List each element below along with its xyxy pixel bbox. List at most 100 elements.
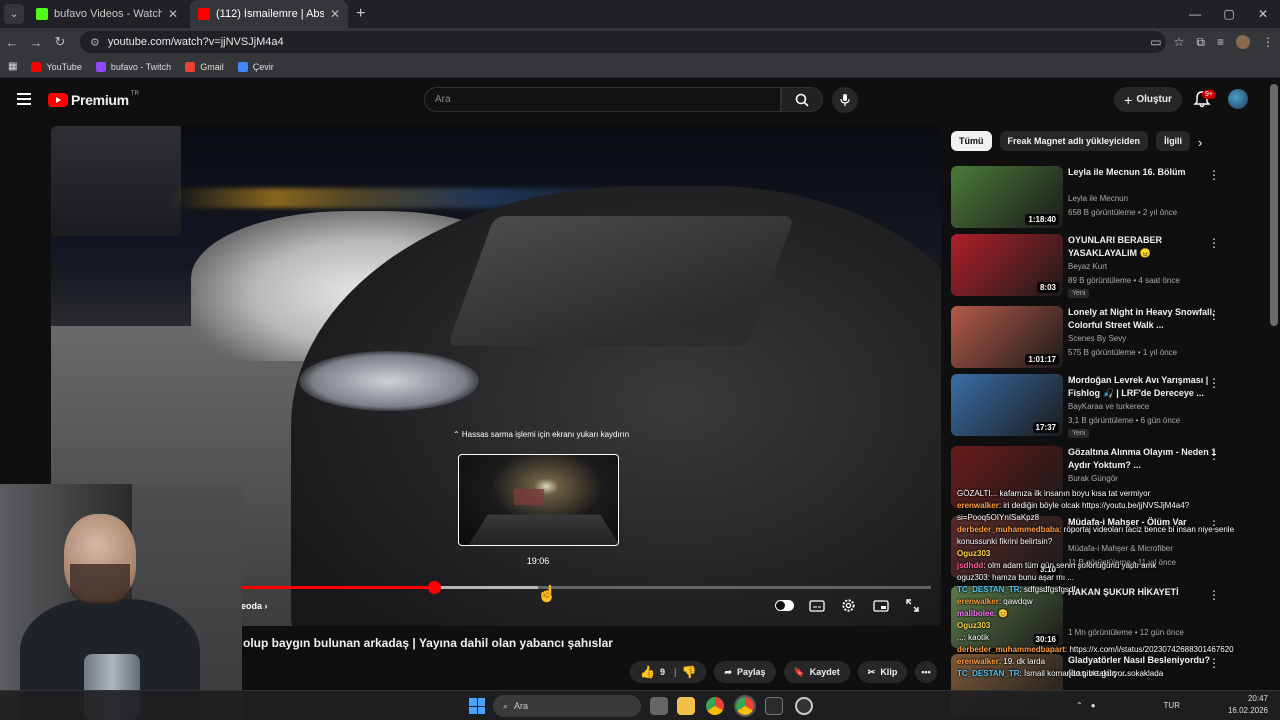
recommendation-title[interactable]: Lonely at Night in Heavy Snowfall, Color… [1068, 306, 1218, 332]
recommendation-item[interactable]: 17:37 Mordoğan Levrek Avı Yarışması | Fis… [951, 374, 1261, 438]
settings-button[interactable] [839, 598, 858, 613]
scissors-icon: ✂ [867, 666, 876, 677]
chapter-button[interactable]: eoda › [241, 601, 268, 611]
clip-button[interactable]: ✂ Klip [857, 661, 908, 683]
progress-bar[interactable] [241, 581, 931, 594]
chrome-active-icon[interactable] [734, 695, 756, 717]
extensions-icon[interactable]: ⧉ [1196, 35, 1205, 50]
miniplayer-icon [872, 599, 889, 612]
chat-username[interactable]: malibolee [957, 609, 994, 618]
recommendation-title[interactable]: Gözaltına Alınma Olayım - Neden 1 Aydır … [1068, 446, 1218, 472]
tray-app-icon[interactable]: ● [1091, 701, 1096, 710]
recommendation-title[interactable]: OYUNLARI BERABER YASAKLAYALIM 😠 [1068, 234, 1218, 260]
voice-search-button[interactable] [832, 87, 858, 113]
duration-badge: 17:37 [1032, 422, 1059, 433]
tab-search-button[interactable]: ⌄ [4, 4, 24, 24]
close-tab-icon[interactable]: ✕ [330, 7, 340, 21]
page-scrollbar[interactable] [1270, 84, 1278, 326]
more-actions-button[interactable]: ••• [915, 661, 937, 683]
bookmark-translate[interactable]: Çevir [237, 61, 274, 72]
fullscreen-button[interactable] [903, 598, 922, 613]
search-button[interactable] [781, 87, 823, 112]
bookmark-star-icon[interactable]: ☆ [1174, 35, 1185, 49]
site-info-icon[interactable]: ⚙ [90, 36, 100, 49]
chip-related[interactable]: İlgili [1156, 131, 1191, 151]
minimize-icon[interactable]: — [1178, 0, 1212, 28]
chip-all[interactable]: Tümü [951, 131, 992, 151]
recommendation-title[interactable]: Mordoğan Levrek Avı Yarışması | Fishlog … [1068, 374, 1218, 400]
bookmark-youtube[interactable]: YouTube [31, 61, 82, 72]
back-icon[interactable]: ← [0, 35, 24, 50]
file-explorer-icon[interactable] [677, 697, 695, 715]
clock[interactable]: 20:47 16.02.2026 [1228, 693, 1268, 717]
taskbar-search[interactable]: ⌕ Ara [493, 695, 641, 717]
recommendation-item[interactable]: 1:18:40 Leyla ile Mecnun 16. Bölüm Leyla i… [951, 166, 1261, 230]
close-tab-icon[interactable]: ✕ [168, 7, 178, 21]
chat-username[interactable]: derbeder_muhammedbapart [957, 645, 1065, 654]
chat-username[interactable]: TC_DESTAN_TR [957, 585, 1020, 594]
chat-username[interactable]: erenwalker [957, 597, 999, 606]
like-button[interactable]: 👍 9 | 👎 [630, 661, 707, 683]
reload-icon[interactable]: ↻ [48, 34, 72, 50]
new-tab-icon[interactable]: + [356, 5, 365, 23]
terminal-icon[interactable] [765, 697, 783, 715]
recommendation-title[interactable]: Leyla ile Mecnun 16. Bölüm [1068, 166, 1218, 179]
menu-icon[interactable] [17, 93, 31, 105]
subtitles-button[interactable] [807, 598, 826, 613]
chip-uploader[interactable]: Freak Magnet adlı yükleyiciden [999, 131, 1149, 151]
channel-name[interactable]: Burak Güngör [1068, 474, 1118, 483]
video-thumbnail[interactable]: 17:37 [951, 374, 1063, 436]
chat-username[interactable]: Oguz303 [957, 549, 990, 558]
channel-name[interactable]: Beyaz Kurt [1068, 262, 1107, 271]
more-options-icon[interactable]: ⋮ [1208, 168, 1220, 182]
bookmark-twitch[interactable]: bufavo - Twitch [95, 61, 171, 72]
chrome-icon[interactable] [706, 697, 724, 715]
create-button[interactable]: + Oluştur [1114, 87, 1182, 112]
keyboard-language[interactable]: TUR [1164, 701, 1180, 710]
more-options-icon[interactable]: ⋮ [1208, 236, 1220, 250]
maximize-icon[interactable]: ▢ [1212, 0, 1246, 28]
chat-username[interactable]: Oguz303 [957, 621, 990, 630]
channel-name[interactable]: BayKaraa ve turkerece [1068, 402, 1149, 411]
chat-username[interactable]: erenwalker [957, 501, 999, 510]
chat-username[interactable]: erenwalker [957, 657, 999, 666]
browser-menu-icon[interactable]: ⋮ [1262, 35, 1274, 49]
tab-youtube[interactable]: (112) İsmailemre | Absürt gece ✕ [190, 0, 348, 28]
chat-username[interactable]: derbeder_muhammedbaba [957, 525, 1059, 534]
chat-text: : https://x.com/i/status/202307426883014… [1065, 645, 1234, 654]
save-button[interactable]: 🔖 Kaydet [783, 661, 850, 683]
recommendation-item[interactable]: 1:01:17 Lonely at Night in Heavy Snowfall… [951, 306, 1261, 370]
channel-name[interactable]: Leyla ile Mecnun [1068, 194, 1128, 203]
tab-kick[interactable]: bufavo Videos - Watch On-Dem ✕ [28, 0, 186, 28]
autoplay-toggle[interactable] [775, 598, 794, 613]
miniplayer-button[interactable] [871, 598, 890, 613]
chevron-right-icon[interactable]: › [1198, 135, 1202, 150]
recommendation-item[interactable]: 8:03 OYUNLARI BERABER YASAKLAYALIM 😠 Beyaz… [951, 234, 1261, 298]
windows-start-icon[interactable] [469, 698, 485, 714]
thumbs-down-icon[interactable]: 👎 [682, 665, 697, 679]
apps-grid-icon[interactable]: ▦ [8, 61, 17, 72]
user-avatar[interactable] [1228, 89, 1248, 109]
video-thumbnail[interactable]: 1:01:17 [951, 306, 1063, 368]
more-options-icon[interactable]: ⋮ [1208, 376, 1220, 390]
share-button[interactable]: ➦ Paylaş [714, 661, 776, 683]
close-window-icon[interactable]: ✕ [1246, 0, 1280, 28]
chat-username[interactable]: jsdhdd [957, 561, 983, 570]
forward-icon[interactable]: → [24, 35, 48, 50]
search-input[interactable]: Ara [424, 87, 781, 112]
more-options-icon[interactable]: ⋮ [1208, 308, 1220, 322]
task-view-icon[interactable] [650, 697, 668, 715]
video-thumbnail[interactable]: 8:03 [951, 234, 1063, 296]
chat-username[interactable]: TC_DESTAN_TR [957, 669, 1020, 678]
tray-chevron-icon[interactable]: ⌃ [1076, 701, 1083, 710]
bookmark-gmail[interactable]: Gmail [185, 61, 224, 72]
profile-avatar[interactable] [1236, 35, 1250, 49]
channel-name[interactable]: Scenes By Sevy [1068, 334, 1126, 343]
address-bar[interactable]: ⚙ youtube.com/watch?v=jjNVSJjM4a4 [80, 31, 1166, 53]
cast-icon[interactable]: ▭ [1150, 35, 1161, 49]
reading-list-icon[interactable]: ≡ [1217, 35, 1224, 49]
video-thumbnail[interactable]: 1:18:40 [951, 166, 1063, 228]
more-options-icon[interactable]: ⋮ [1208, 448, 1220, 462]
youtube-logo[interactable]: Premium TR [48, 91, 139, 108]
obs-icon[interactable] [795, 697, 813, 715]
